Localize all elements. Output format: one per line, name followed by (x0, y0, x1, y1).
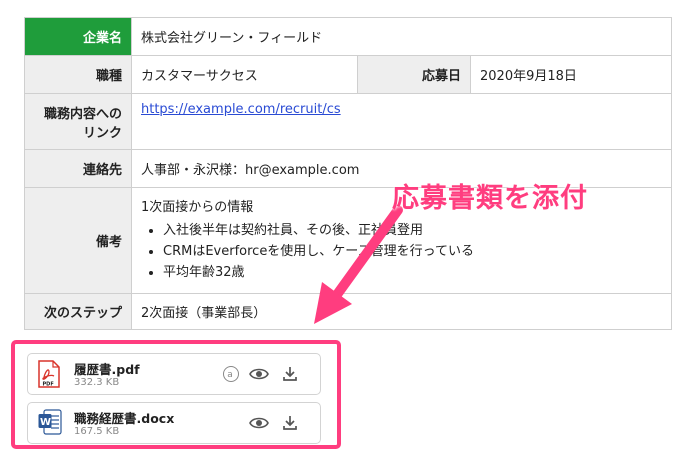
download-icon[interactable] (280, 364, 300, 384)
attachment-size: 332.3 KB (74, 377, 120, 388)
attachment-name: 職務経歴書.docx (74, 411, 175, 426)
contact-label: 連絡先 (24, 149, 132, 188)
rename-icon[interactable]: a (221, 364, 241, 384)
preview-eye-icon[interactable] (249, 364, 269, 384)
svg-text:a: a (227, 370, 233, 380)
company-value: 株式会社グリーン・フィールド (130, 17, 673, 56)
notes-label: 備考 (24, 187, 132, 294)
apply-date-value: 2020年9月18日 (469, 55, 673, 94)
next-step-label: 次のステップ (24, 293, 132, 330)
list-item: 平均年齢32歳 (163, 261, 662, 280)
list-item: 入社後半年は契約社員、その後、正社員登用 (163, 219, 662, 238)
attachment-size: 167.5 KB (74, 426, 120, 437)
job-link-label: 職務内容へのリンク (24, 93, 132, 150)
attach-callout-text: 応募書類を添付 (392, 183, 588, 214)
job-link-label-line1: 職務内容への (43, 106, 122, 122)
annotation-arrow-icon (314, 205, 403, 324)
company-label: 企業名 (24, 17, 132, 56)
job-label: 職種 (24, 55, 132, 94)
job-link-cell: https://example.com/recruit/cs (130, 93, 673, 150)
preview-eye-icon[interactable] (249, 413, 269, 433)
job-link-label-line2: リンク (82, 125, 122, 141)
svg-text:W: W (40, 417, 51, 428)
job-link[interactable]: https://example.com/recruit/cs (141, 102, 341, 117)
attachment-name: 履歴書.pdf (74, 362, 140, 377)
word-file-icon: W (38, 409, 62, 437)
job-value: カスタマーサクセス (131, 55, 358, 94)
pdf-file-icon: PDF (38, 360, 60, 388)
download-icon[interactable] (280, 413, 300, 433)
apply-date-label: 応募日 (357, 55, 471, 94)
attachment-item-cv[interactable]: W 職務経歴書.docx 167.5 KB (27, 402, 321, 444)
svg-text:PDF: PDF (43, 382, 54, 388)
list-item: CRMはEverforceを使用し、ケース管理を行っている (163, 240, 662, 259)
attachment-item-resume[interactable]: PDF 履歴書.pdf 332.3 KB a (27, 353, 321, 395)
